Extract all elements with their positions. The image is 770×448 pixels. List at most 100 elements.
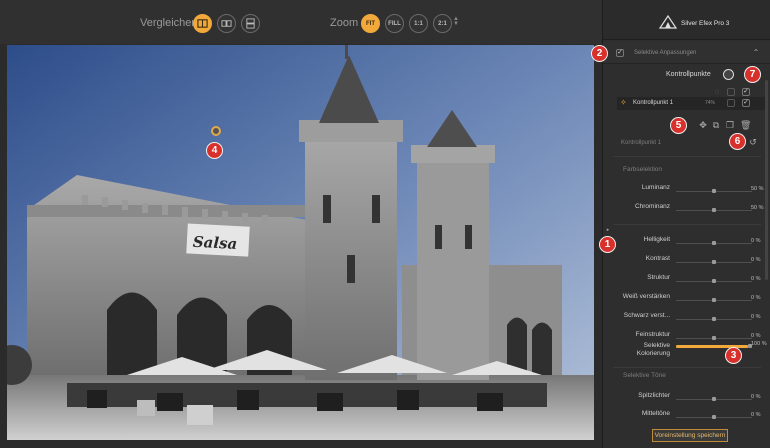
selected-point-label: Kontrollpunkt 1 — [621, 140, 662, 146]
duplicate-point-icon[interactable]: ❐ — [725, 120, 735, 130]
slider-track[interactable] — [676, 208, 752, 212]
zoom-stepper-icon[interactable]: ▲ ▼ — [453, 16, 459, 27]
move-point-icon[interactable]: ✥ — [698, 120, 708, 130]
control-point-visible-checkbox[interactable] — [727, 99, 735, 107]
control-point-marker[interactable] — [211, 126, 221, 136]
divider — [613, 367, 761, 368]
slider-track[interactable] — [676, 397, 752, 401]
slider-midtones[interactable]: Mitteltöne 0 % — [603, 408, 770, 426]
slider-value: 0 % — [751, 333, 761, 339]
slider-contrast[interactable]: Kontrast 0 % — [603, 253, 770, 271]
slider-label: Mitteltöne — [641, 410, 670, 417]
slider-label: Selektive Kolorierung — [637, 342, 670, 358]
slider-track[interactable] — [676, 415, 752, 419]
slider-track[interactable] — [676, 241, 752, 245]
right-panel: Silver Efex Pro 3 ✓ Selektive Anpassunge… — [602, 0, 770, 448]
save-preset-button[interactable]: Voreinstellung speichern — [652, 429, 728, 442]
section-enable-checkbox[interactable]: ✓ — [616, 49, 624, 57]
slider-amplify-blacks[interactable]: Schwarz verst... 0 % — [603, 310, 770, 328]
slider-label: Struktur — [647, 274, 670, 281]
slider-knob[interactable] — [712, 189, 716, 193]
slider-chrominance[interactable]: Chrominanz 50 % — [603, 201, 770, 219]
callout-3: 3 — [725, 347, 742, 364]
zoom-fill-button[interactable]: FILL — [385, 14, 404, 33]
compare-split-button[interactable] — [193, 14, 212, 33]
compare-stacked-button[interactable] — [241, 14, 260, 33]
slider-knob[interactable] — [712, 317, 716, 321]
slider-highlights[interactable]: Spitzlichter 0 % — [603, 390, 770, 408]
slider-label: Weiß verstärken — [622, 293, 670, 300]
slider-structure[interactable]: Struktur 0 % — [603, 272, 770, 290]
slider-knob[interactable] — [712, 260, 716, 264]
slider-knob[interactable] — [712, 208, 716, 212]
selective-adjustments-header[interactable]: ✓ Selektive Anpassungen ⌃ — [603, 42, 770, 64]
panel-header: Silver Efex Pro 3 — [603, 0, 770, 40]
control-point-row[interactable]: ✧ Kontrollpunkt 1 74% ✓ — [617, 97, 767, 110]
slider-knob[interactable] — [712, 241, 716, 245]
compare-side-by-side-button[interactable] — [217, 14, 236, 33]
top-toolbar: Vergleichen Zoom FIT FILL 1:1 2:1 ▲ ▼ — [0, 0, 602, 44]
control-point-name: Kontrollpunkt 1 — [633, 100, 674, 106]
compare-label: Vergleichen — [140, 17, 198, 29]
slider-label-line1: Selektive — [643, 342, 670, 349]
slider-label: Kontrast — [645, 255, 670, 262]
chevron-up-icon[interactable]: ⌃ — [751, 48, 761, 58]
zoom-2-1-button[interactable]: 2:1 — [433, 14, 452, 33]
callout-4: 4 — [206, 142, 223, 159]
zoom-1-1-button[interactable]: 1:1 — [409, 14, 428, 33]
enable-all-checkbox[interactable]: ✓ — [742, 88, 750, 96]
slider-label: Luminanz — [641, 184, 670, 191]
section-title: Selektive Anpassungen — [634, 50, 697, 56]
color-selection-title: Farbselektion — [623, 166, 663, 173]
slider-knob[interactable] — [712, 336, 716, 340]
divider — [613, 224, 761, 225]
slider-value: 0 % — [751, 257, 761, 263]
slider-label: Feinstruktur — [635, 331, 670, 338]
slider-track[interactable] — [676, 336, 752, 340]
control-point-diamond-icon: ✧ — [620, 98, 627, 107]
nik-logo-icon — [659, 15, 677, 29]
slider-track[interactable] — [676, 298, 752, 302]
delete-point-icon[interactable]: 🗑 — [740, 120, 751, 130]
panel-scrollbar[interactable] — [765, 80, 768, 280]
slider-track[interactable] — [676, 189, 752, 193]
visibility-all-checkbox[interactable] — [727, 88, 735, 96]
slider-value: 0 % — [751, 238, 761, 244]
slider-luminance[interactable]: Luminanz 50 % — [603, 182, 770, 200]
slider-knob[interactable] — [712, 415, 716, 419]
slider-value: 0 % — [751, 314, 761, 320]
slider-label-line2: Kolorierung — [636, 350, 670, 357]
group-points-icon[interactable]: ⧉ — [711, 120, 721, 130]
divider — [613, 156, 761, 157]
slider-track[interactable] — [676, 279, 752, 283]
photo-preview[interactable]: Salsa — [7, 45, 594, 440]
reset-icon[interactable]: ↺ — [748, 137, 758, 147]
slider-track[interactable] — [676, 260, 752, 264]
app-brand: Silver Efex Pro 3 — [681, 20, 730, 27]
control-point-enabled-checkbox[interactable]: ✓ — [742, 99, 750, 107]
slider-value: 50 % — [751, 205, 764, 211]
slider-track[interactable] — [676, 344, 752, 348]
slider-value: 0 % — [751, 394, 761, 400]
slider-knob[interactable] — [712, 397, 716, 401]
slider-value: 100 % — [751, 341, 767, 347]
slider-selective-colorization[interactable]: Selektive Kolorierung 100 % — [603, 341, 770, 362]
slider-amplify-whites[interactable]: Weiß verstärken 0 % — [603, 291, 770, 309]
slider-track[interactable] — [676, 317, 752, 321]
zoom-fit-button[interactable]: FIT — [361, 14, 380, 33]
image-canvas[interactable]: Salsa — [0, 44, 602, 448]
selective-tones-title: Selektive Töne — [623, 372, 666, 379]
add-control-point-icon[interactable] — [723, 69, 734, 80]
callout-6: 6 — [729, 133, 746, 150]
slider-label: Helligkeit — [643, 236, 670, 243]
callout-1: 1 — [599, 236, 616, 253]
dotted-circle-icon: ◌ — [714, 87, 720, 96]
slider-value: 50 % — [751, 186, 764, 192]
slider-knob[interactable] — [712, 279, 716, 283]
slider-label: Spitzlichter — [638, 392, 670, 399]
slider-value: 0 % — [751, 412, 761, 418]
slider-value: 0 % — [751, 276, 761, 282]
slider-brightness[interactable]: Helligkeit 0 % — [603, 234, 770, 252]
slider-knob[interactable] — [712, 298, 716, 302]
callout-5: 5 — [670, 117, 687, 134]
